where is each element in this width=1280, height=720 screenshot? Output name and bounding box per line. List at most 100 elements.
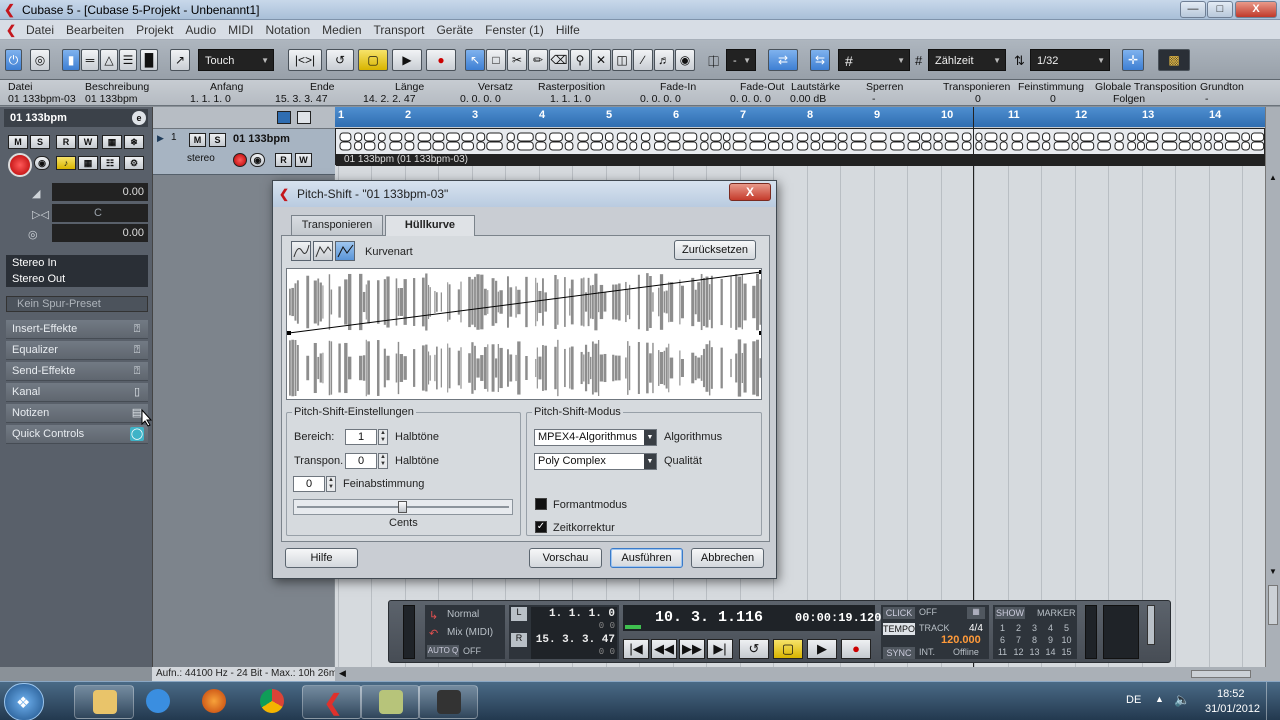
taskbar-notes[interactable] <box>360 685 420 719</box>
right-locator-display[interactable]: 15. 3. 3. 47 <box>531 633 617 647</box>
channel-settings-icon[interactable]: ⚙ <box>124 156 144 170</box>
auto-quantize-button[interactable]: AUTO Q <box>427 645 459 657</box>
bypass-icon[interactable]: ⍰ <box>130 364 144 378</box>
envelope-node[interactable] <box>759 331 762 335</box>
goto-end-button[interactable]: ▶| <box>707 639 733 659</box>
transpose-stepper[interactable]: ▲ ▼ <box>378 453 388 469</box>
position-slider[interactable] <box>625 625 641 629</box>
dialog-close-button[interactable]: X <box>729 183 771 201</box>
marker-button[interactable]: 1 <box>995 623 1010 634</box>
mute-tool-icon[interactable]: ✕ <box>591 49 611 71</box>
monitor-button[interactable]: ◉ <box>34 156 50 170</box>
click-button[interactable]: CLICK <box>883 607 915 619</box>
info-value-ende[interactable]: 15. 3. 3. 47 <box>275 93 328 105</box>
transport-stop-button[interactable]: ▢ <box>773 639 803 659</box>
track-monitor-button[interactable]: ◉ <box>250 153 265 167</box>
overview-toggle-button[interactable]: △ <box>100 49 118 71</box>
menu-bearbeiten[interactable]: Bearbeiten <box>60 20 130 40</box>
transport-cycle-button[interactable]: ↺ <box>739 639 769 659</box>
tempo-value[interactable]: 120.000 <box>941 634 981 646</box>
formant-mode-checkbox[interactable] <box>535 498 547 510</box>
play-tool-icon[interactable]: ♬ <box>654 49 674 71</box>
info-value-fade-in[interactable]: 0. 0. 0. 0 <box>640 93 681 105</box>
menu-audio[interactable]: Audio <box>179 20 222 40</box>
info-value-feinstimmung[interactable]: 0 <box>1050 93 1056 105</box>
automation-mode-select[interactable]: Touch ▼ <box>198 49 274 71</box>
close-button[interactable]: X <box>1235 1 1277 18</box>
pan-field[interactable]: C <box>52 204 148 222</box>
mixer-toggle-button[interactable]: █ <box>140 49 158 71</box>
menu-notation[interactable]: Notation <box>259 20 316 40</box>
fast-forward-button[interactable]: ▶▶ <box>679 639 705 659</box>
minimize-button[interactable]: — <box>1180 1 1206 18</box>
edit-channel-icon[interactable]: e <box>132 111 146 125</box>
delay-field[interactable]: 0.00 <box>52 224 148 242</box>
info-value-sperren[interactable]: - <box>872 93 876 105</box>
info-value-fade-out[interactable]: 0. 0. 0. 0 <box>730 93 771 105</box>
taskbar-chrome[interactable] <box>242 685 302 719</box>
marker-button[interactable]: 14 <box>1043 647 1058 658</box>
marker-button[interactable]: 5 <box>1059 623 1074 634</box>
menu-midi[interactable]: MIDI <box>222 20 259 40</box>
info-value-laenge[interactable]: 14. 2. 2. 47 <box>363 93 416 105</box>
info-value-beschreibung[interactable]: 01 133bpm <box>85 93 138 105</box>
position-bars[interactable]: 10. 3. 1.116 <box>655 609 763 626</box>
glue-tool-icon[interactable]: ✏ <box>528 49 548 71</box>
output-level-slider[interactable] <box>1147 605 1155 645</box>
horizontal-scrollbar[interactable]: ◀ <box>335 667 1280 681</box>
horizontal-zoom-slider[interactable] <box>1191 670 1251 678</box>
marker-button[interactable]: 12 <box>1011 647 1026 658</box>
cents-slider[interactable] <box>293 499 513 515</box>
snap-zero-button[interactable]: ⇆ <box>810 49 830 71</box>
constrain-delay-button[interactable]: ◎ <box>30 49 50 71</box>
quantize-preset-select[interactable]: - ▼ <box>726 49 756 71</box>
timeline-ruler[interactable]: 1 2 3 4 5 6 7 8 9 10 11 12 13 14 <box>335 107 1265 127</box>
section-send-effects[interactable]: Send-Effekte ⍰ <box>6 362 148 381</box>
track-read-button[interactable]: R <box>275 153 292 167</box>
left-locator-display[interactable]: 1. 1. 1. 0 <box>531 607 617 621</box>
info-value-anfang[interactable]: 1. 1. 1. 0 <box>190 93 231 105</box>
track-record-button[interactable] <box>233 153 247 167</box>
info-value-datei[interactable]: 01 133bpm-03 <box>8 93 76 105</box>
section-notes[interactable]: Notizen ▤ <box>6 404 148 423</box>
track-name[interactable]: 01 133bpm <box>233 133 290 145</box>
snap-type-select[interactable]: # ▼ <box>838 49 910 71</box>
play-button[interactable]: ▶ <box>392 49 422 71</box>
show-markers-button[interactable]: SHOW <box>995 607 1025 619</box>
time-warp-tool-icon[interactable]: ◫ <box>612 49 632 71</box>
info-value-transponieren[interactable]: 0 <box>975 93 981 105</box>
taskbar-cubase[interactable]: ❮ <box>302 685 362 719</box>
goto-start-button[interactable]: |<>| <box>288 49 322 71</box>
bypass-icon[interactable]: ⍰ <box>130 343 144 357</box>
info-value-versatz[interactable]: 0. 0. 0. 0 <box>460 93 501 105</box>
track-write-button[interactable]: W <box>295 153 312 167</box>
lock-icon[interactable]: ☷ <box>100 156 120 170</box>
marker-button[interactable]: 11 <box>995 647 1010 658</box>
marker-button[interactable]: 2 <box>1011 623 1026 634</box>
envelope-waveform-display[interactable] <box>286 268 762 400</box>
range-input[interactable]: 1 <box>345 429 377 445</box>
auto-scroll-button[interactable]: ⇄ <box>768 49 798 71</box>
marker-button[interactable]: 10 <box>1059 635 1074 646</box>
output-fader[interactable] <box>1103 605 1139 659</box>
info-value-grundton[interactable]: - <box>1205 93 1209 105</box>
cycle-record-mode[interactable]: Mix (MIDI) <box>447 627 493 638</box>
freeze-icon[interactable]: ❄ <box>124 135 144 149</box>
track-list-settings-icon[interactable] <box>297 111 311 124</box>
transport-play-button[interactable]: ▶ <box>807 639 837 659</box>
erase-tool-icon[interactable]: ⌫ <box>549 49 569 71</box>
taskbar-explorer[interactable] <box>74 685 134 719</box>
output-routing[interactable]: Stereo Out <box>6 271 148 287</box>
write-button[interactable]: W <box>78 135 98 149</box>
zoom-tool-icon[interactable]: ⚲ <box>570 49 590 71</box>
range-stepper[interactable]: ▲ ▼ <box>378 429 388 445</box>
clock-date[interactable]: 31/01/2012 <box>1205 703 1260 715</box>
volume-field[interactable]: 0.00 <box>52 183 148 201</box>
edit-in-place-icon[interactable]: ▦ <box>102 135 122 149</box>
menu-projekt[interactable]: Projekt <box>130 20 179 40</box>
pool-toggle-button[interactable]: ☰ <box>119 49 137 71</box>
curve-damped-button[interactable] <box>313 241 333 261</box>
fine-tune-stepper[interactable]: ▲ ▼ <box>326 476 336 492</box>
goto-start-transport-button[interactable]: |◀ <box>623 639 649 659</box>
menu-datei[interactable]: Datei <box>20 20 60 40</box>
